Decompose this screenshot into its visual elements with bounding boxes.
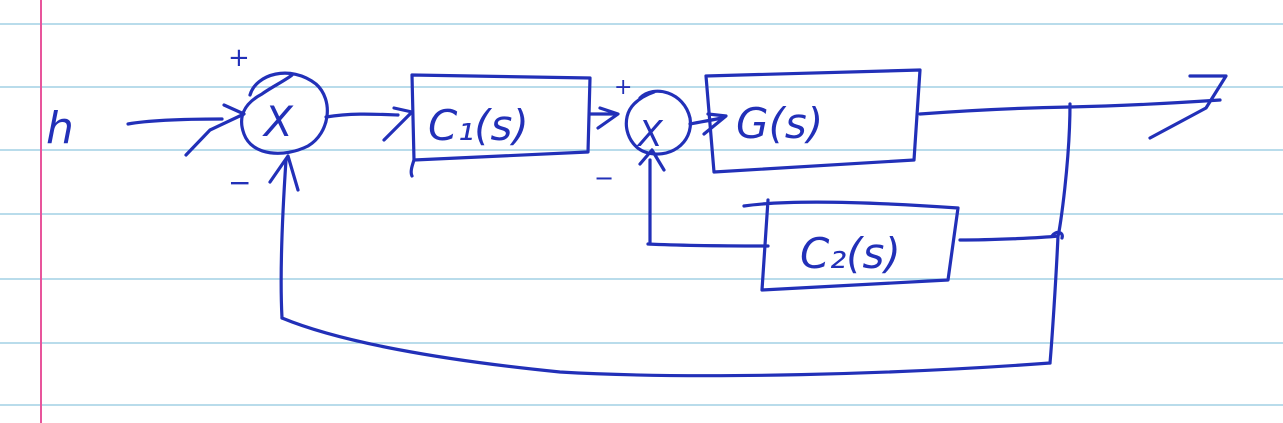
input-arrow [126, 103, 246, 157]
sum2-minus-sign: − [594, 164, 614, 192]
block-c1: C₁(s) [409, 73, 592, 178]
sum1-to-c1-arrow [324, 106, 414, 142]
notebook-page: h X + − C₁(s) X + − G(s) C₂(s) [0, 0, 1283, 423]
summing-junction-1: X + − [228, 43, 329, 199]
block-c1-label: C₁(s) [428, 101, 529, 150]
c1-to-sum2-arrow [588, 106, 620, 130]
sum2-plus-sign: + [614, 75, 632, 100]
inner-feedback-path [958, 230, 1064, 242]
output-arrow [918, 74, 1228, 140]
block-diagram-canvas: h X + − C₁(s) X + − G(s) C₂(s) [0, 0, 1283, 423]
sum1-plus-sign: + [228, 43, 250, 73]
c2-to-sum2-path [638, 148, 770, 248]
summing-junction-2: X + − [594, 75, 692, 192]
block-g-label: G(s) [736, 99, 823, 148]
sum1-symbol: X [262, 97, 294, 146]
ruled-lines [0, 23, 1283, 406]
input-label: h [46, 103, 74, 154]
block-g: G(s) [704, 68, 922, 174]
block-c2-label: C₂(s) [800, 229, 901, 278]
sum1-minus-sign: − [228, 166, 251, 199]
sum2-symbol: X [636, 114, 664, 155]
